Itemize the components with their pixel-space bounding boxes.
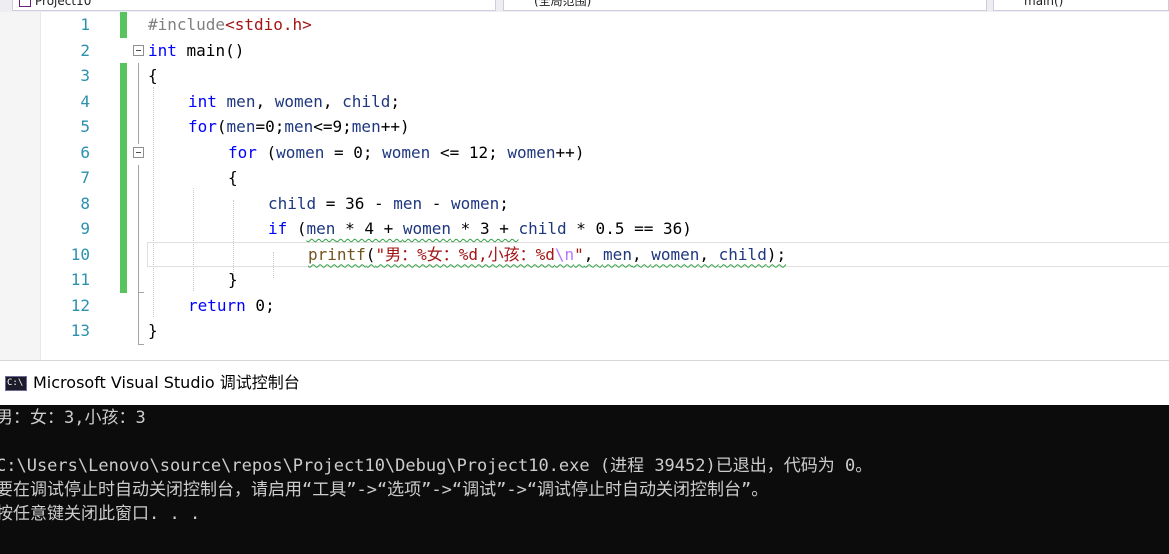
collapse-icon[interactable] <box>133 146 144 158</box>
change-indicator <box>120 216 127 242</box>
change-indicator <box>120 12 127 38</box>
change-indicator <box>120 139 127 165</box>
code-text[interactable]: } <box>148 318 158 344</box>
change-indicator <box>120 114 127 140</box>
change-indicator <box>120 88 127 114</box>
code-line-8: 8 child = 36 - men - women; <box>0 190 1169 217</box>
line-number: 6 <box>80 142 90 162</box>
console-output-line: C:\Users\Lenovo\source\repos\Project10\D… <box>0 456 873 476</box>
line-number: 13 <box>70 321 90 340</box>
code-text[interactable]: int men, women, child; <box>188 89 400 115</box>
code-line-1: 1 #include<stdio.h> <box>0 12 1169 38</box>
code-line-13: 13 } <box>0 318 1169 344</box>
line-number: 1 <box>80 15 90 34</box>
code-text[interactable]: for(men=0;men<=9;men++) <box>188 114 410 140</box>
console-app-icon: C:\ <box>5 376 27 391</box>
line-number: 11 <box>70 270 90 289</box>
console-window-title: Microsoft Visual Studio 调试控制台 <box>33 373 300 392</box>
line-number: 7 <box>80 168 90 187</box>
code-text[interactable]: { <box>228 165 238 191</box>
code-text[interactable]: #include<stdio.h> <box>148 12 312 38</box>
collapse-icon[interactable] <box>133 44 144 56</box>
fold-outline-end <box>138 344 144 345</box>
code-line-11: 11 } <box>0 267 1169 293</box>
project-dropdown-label: Project10 <box>35 0 92 8</box>
line-number: 10 <box>70 244 90 264</box>
line-number: 5 <box>80 117 90 136</box>
code-text[interactable]: } <box>228 267 238 293</box>
editor-navigation-bar: Project10 (全局范围) main() <box>0 0 1169 12</box>
code-line-6: 6 for (women = 0; women <= 12; women++) <box>0 139 1169 166</box>
code-text[interactable]: return 0; <box>188 293 275 319</box>
code-line-5: 5 for(men=0;men<=9;men++) <box>0 114 1169 140</box>
code-text[interactable]: for (women = 0; women <= 12; women++) <box>228 140 584 166</box>
code-editor[interactable]: 1 #include<stdio.h> 2 int main() 3 { 4 i… <box>0 12 1169 360</box>
console-output[interactable]: 男：女：3,小孩：3 C:\Users\Lenovo\source\repos\… <box>0 405 1169 554</box>
line-number: 9 <box>80 219 90 238</box>
console-output-line: 要在调试停止时自动关闭控制台，请启用“工具”->“选项”->“调试”->“调试停… <box>0 480 769 500</box>
scope-dropdown-label: (全局范围) <box>534 0 592 8</box>
code-line-12: 12 return 0; <box>0 293 1169 319</box>
console-titlebar[interactable]: C:\ Microsoft Visual Studio 调试控制台 <box>0 360 1169 405</box>
code-line-4: 4 int men, women, child; <box>0 88 1169 115</box>
line-number: 3 <box>80 66 90 85</box>
console-output-line: 男：女：3,小孩：3 <box>0 408 146 428</box>
console-output-line: 按任意键关闭此窗口. . . <box>0 504 201 524</box>
project-icon <box>19 0 31 7</box>
change-indicator <box>120 165 127 191</box>
code-line-3: 3 { <box>0 63 1169 89</box>
code-text[interactable]: int main() <box>148 38 244 64</box>
project-dropdown[interactable]: Project10 <box>12 0 496 11</box>
code-line-9: 9 if (men * 4 + women * 3 + child * 0.5 … <box>0 216 1169 242</box>
change-indicator <box>120 63 127 89</box>
code-text[interactable]: child = 36 - men - women; <box>268 191 509 217</box>
code-line-10: 10 printf("男：%女：%d,小孩：%d\n", men, women,… <box>0 241 1169 268</box>
line-number: 4 <box>80 91 90 111</box>
line-number: 12 <box>70 295 90 315</box>
change-indicator <box>120 190 127 216</box>
code-text[interactable]: { <box>148 63 158 89</box>
line-number: 2 <box>80 40 90 60</box>
change-indicator <box>120 241 127 267</box>
function-dropdown[interactable]: main() <box>993 0 1169 11</box>
code-line-2: 2 int main() <box>0 38 1169 64</box>
code-line-7: 7 { <box>0 165 1169 191</box>
code-text[interactable]: if (men * 4 + women * 3 + child * 0.5 ==… <box>268 216 692 242</box>
function-dropdown-label: main() <box>1024 0 1064 8</box>
code-text[interactable]: printf("男：%女：%d,小孩：%d\n", men, women, ch… <box>308 242 786 268</box>
scope-dropdown[interactable]: (全局范围) <box>503 0 987 11</box>
change-indicator <box>120 267 127 293</box>
line-number: 8 <box>80 193 90 213</box>
